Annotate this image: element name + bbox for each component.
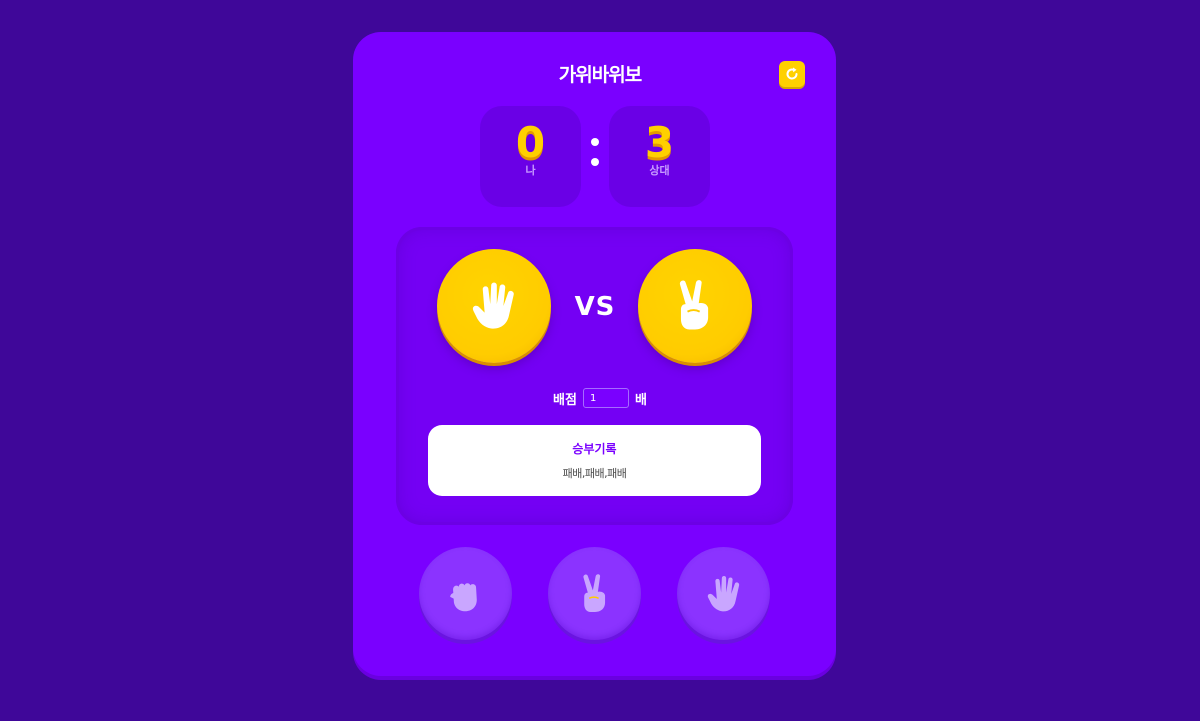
fist-icon [443,571,489,617]
vs-label: VS [574,292,616,322]
bet-label: 배점 [553,392,577,408]
game-title: 가위바위보 [558,64,642,86]
opponent-score-label: 상대 [649,164,670,177]
open-hand-icon [701,571,747,617]
my-score-label: 나 [525,164,536,177]
paper-button[interactable] [677,547,770,640]
refresh-icon [786,67,798,80]
my-score-box: 0 나 [480,106,581,207]
reset-button[interactable] [779,61,805,87]
bet-input[interactable] [582,388,629,408]
opponent-score-box: 3 상대 [609,106,710,207]
bet-unit: 배 [634,392,647,408]
open-hand-icon [464,276,524,336]
history-title: 승부기록 [572,442,617,456]
history-panel: 승부기록 패배,패배,패배 [428,425,761,496]
victory-hand-icon [665,276,725,336]
rock-button[interactable] [419,547,512,640]
opponent-score-value: 3 [644,118,675,167]
score-separator [589,132,601,172]
my-score-value: 0 [515,118,546,167]
history-text: 패배,패배,패배 [562,467,627,480]
victory-hand-icon [572,571,618,617]
opponent-hand [638,249,752,363]
my-hand [437,249,551,363]
scissors-button[interactable] [548,547,641,640]
bet-row: 배점 배 [0,388,1200,408]
